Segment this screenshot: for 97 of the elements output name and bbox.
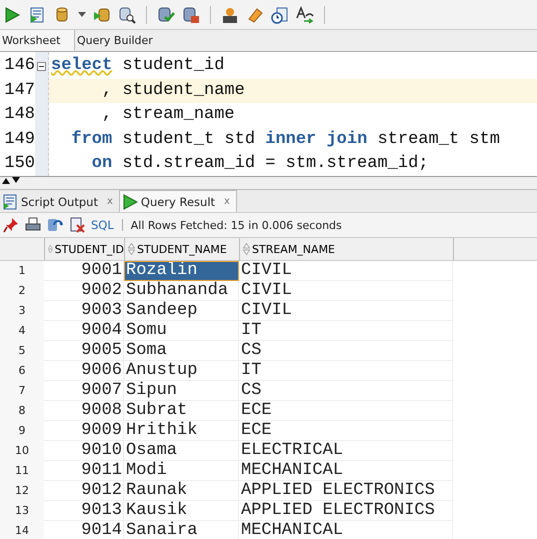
status-text: All Rows Fetched: 15 in 0.006 seconds <box>130 218 342 232</box>
row-number: 11 <box>0 461 44 481</box>
table-cell: 9007 <box>44 381 124 401</box>
table-cell: 9002 <box>44 281 124 301</box>
printer-icon[interactable] <box>25 217 41 233</box>
row-number: 12 <box>0 481 44 501</box>
output-tab[interactable]: Script Output x <box>0 191 119 212</box>
output-tab[interactable]: Query Result x <box>118 190 237 212</box>
row-number: 5 <box>0 341 44 361</box>
font-case-icon[interactable] <box>296 6 314 24</box>
editor-tab[interactable]: Worksheet <box>0 30 75 51</box>
line-number: 148 <box>3 104 35 126</box>
table-cell: MECHANICAL <box>239 461 453 481</box>
database-check-icon[interactable] <box>157 6 175 24</box>
table-cell: 9014 <box>44 521 124 539</box>
table-cell: Subrat <box>124 401 239 421</box>
row-number: 10 <box>0 441 44 461</box>
row-number: 6 <box>0 361 44 381</box>
table-cell: 9012 <box>44 481 124 501</box>
table-cell: MECHANICAL <box>239 521 453 539</box>
column-header[interactable]: STREAM_NAME <box>239 238 453 260</box>
run-script-icon[interactable] <box>28 6 46 24</box>
table-cell: CS <box>239 381 453 401</box>
row-number: 13 <box>0 501 44 521</box>
table-cell: 9008 <box>44 401 124 421</box>
table-cell: Rozalin <box>124 261 239 281</box>
header-label: STREAM_NAME <box>252 242 336 256</box>
table-cell: Kausik <box>124 501 239 521</box>
table-cell: Anustup <box>124 361 239 381</box>
dropdown-caret-icon[interactable] <box>78 12 86 17</box>
table-cell: CIVIL <box>239 261 453 281</box>
table-cell: Sipun <box>124 381 239 401</box>
run-icon[interactable] <box>3 6 21 24</box>
code-line: from student_t std inner join stream_t stm <box>70 128 501 150</box>
table-cell: IT <box>239 321 453 341</box>
column-header[interactable]: STUDENT_ID <box>44 238 124 260</box>
row-number: 8 <box>0 401 44 421</box>
table-cell: ECE <box>239 421 453 441</box>
table-cell: 9003 <box>44 301 124 321</box>
close-icon[interactable]: x <box>106 196 113 207</box>
sql-link[interactable]: SQL <box>91 218 114 232</box>
header-label: STUDENT_NAME <box>137 242 227 256</box>
line-number: 150 <box>3 153 35 175</box>
table-cell: 9006 <box>44 361 124 381</box>
table-cell: APPLIED ELECTRONICS <box>239 501 453 521</box>
table-cell: 9004 <box>44 321 124 341</box>
table-cell: Subhananda <box>124 281 239 301</box>
delete-document-icon[interactable] <box>69 217 85 233</box>
table-cell: Raunak <box>124 481 239 501</box>
table-cell: 9010 <box>44 441 124 461</box>
table-cell: 9005 <box>44 341 124 361</box>
tab-label: Script Output <box>21 194 98 208</box>
database-rollback-icon[interactable] <box>182 6 200 24</box>
table-cell: Somu <box>124 321 239 341</box>
tab-label: Query Result <box>140 194 216 208</box>
code-line: , stream_name <box>101 104 236 126</box>
refresh-icon[interactable] <box>47 217 63 233</box>
splitter-arrows-icon[interactable] <box>1 177 21 184</box>
table-cell: APPLIED ELECTRONICS <box>239 481 453 501</box>
pin-icon[interactable] <box>3 217 19 233</box>
row-number: 1 <box>0 261 44 281</box>
close-icon[interactable]: x <box>224 196 230 207</box>
header-label: STUDENT_ID <box>54 242 124 256</box>
fold-icon[interactable] <box>37 62 46 71</box>
table-cell: ELECTRICAL <box>239 441 453 461</box>
clock-document-icon[interactable] <box>271 6 289 24</box>
database-run-icon[interactable] <box>93 6 111 24</box>
table-cell: CIVIL <box>239 281 453 301</box>
row-number: 4 <box>0 321 44 341</box>
column-header[interactable]: STUDENT_NAME <box>124 238 239 260</box>
run-icon <box>122 194 138 210</box>
row-number: 14 <box>0 521 44 539</box>
code-line: select student_id <box>50 55 226 77</box>
eraser-icon[interactable] <box>246 6 264 24</box>
row-number: 9 <box>0 421 44 441</box>
row-number: 2 <box>0 281 44 301</box>
editor-tab[interactable]: Query Builder <box>75 30 161 51</box>
table-cell: Hrithik <box>124 421 239 441</box>
line-number: 147 <box>3 80 35 102</box>
database-search-icon[interactable] <box>118 6 136 24</box>
row-number: 3 <box>0 301 44 321</box>
table-cell: Soma <box>124 341 239 361</box>
table-cell: CIVIL <box>239 301 453 321</box>
table-cell: Sanaira <box>124 521 239 539</box>
table-cell: IT <box>239 361 453 381</box>
table-cell: Sandeep <box>124 301 239 321</box>
line-number: 149 <box>3 128 35 150</box>
line-number: 146 <box>3 55 35 77</box>
table-cell: CS <box>239 341 453 361</box>
table-cell: ECE <box>239 401 453 421</box>
table-cell: 9011 <box>44 461 124 481</box>
row-number: 7 <box>0 381 44 401</box>
code-line: on std.stream_id = stm.stream_id; <box>90 153 430 175</box>
table-cell: Modi <box>124 461 239 481</box>
table-cell: Osama <box>124 441 239 461</box>
table-cell: 9009 <box>44 421 124 441</box>
table-cell: 9013 <box>44 501 124 521</box>
